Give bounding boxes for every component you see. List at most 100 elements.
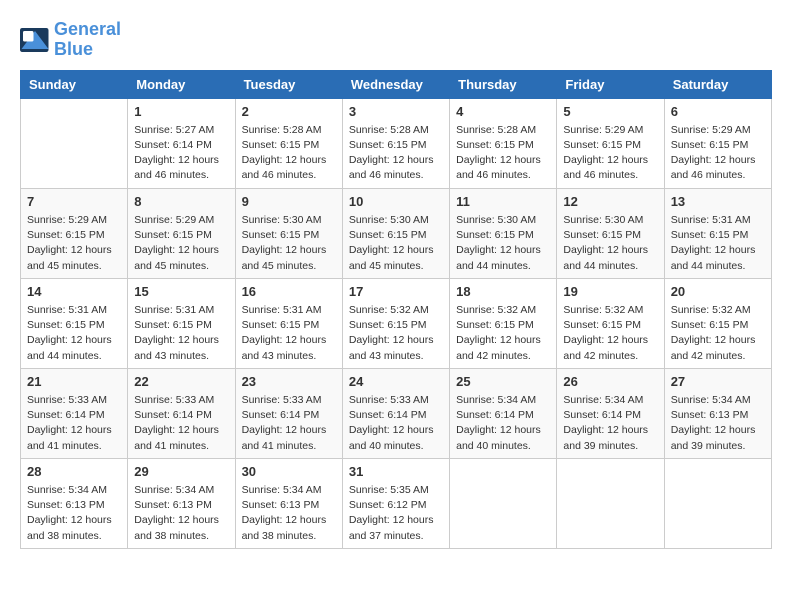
day-cell: 3 Sunrise: 5:28 AMSunset: 6:15 PMDaylight… xyxy=(342,98,449,188)
day-info: Sunrise: 5:29 AMSunset: 6:15 PMDaylight:… xyxy=(671,123,765,184)
day-cell: 27 Sunrise: 5:34 AMSunset: 6:13 PMDayligh… xyxy=(664,368,771,458)
week-row-2: 7 Sunrise: 5:29 AMSunset: 6:15 PMDaylight… xyxy=(21,188,772,278)
day-number: 5 xyxy=(563,103,657,121)
day-number: 9 xyxy=(242,193,336,211)
day-info: Sunrise: 5:28 AMSunset: 6:15 PMDaylight:… xyxy=(242,123,336,184)
day-info: Sunrise: 5:28 AMSunset: 6:15 PMDaylight:… xyxy=(349,123,443,184)
day-number: 22 xyxy=(134,373,228,391)
col-header-sunday: Sunday xyxy=(21,70,128,98)
col-header-saturday: Saturday xyxy=(664,70,771,98)
week-row-1: 1 Sunrise: 5:27 AMSunset: 6:14 PMDaylight… xyxy=(21,98,772,188)
day-number: 25 xyxy=(456,373,550,391)
day-cell: 22 Sunrise: 5:33 AMSunset: 6:14 PMDayligh… xyxy=(128,368,235,458)
day-number: 12 xyxy=(563,193,657,211)
col-header-thursday: Thursday xyxy=(450,70,557,98)
day-info: Sunrise: 5:29 AMSunset: 6:15 PMDaylight:… xyxy=(27,213,121,274)
day-number: 21 xyxy=(27,373,121,391)
day-cell: 26 Sunrise: 5:34 AMSunset: 6:14 PMDayligh… xyxy=(557,368,664,458)
day-info: Sunrise: 5:32 AMSunset: 6:15 PMDaylight:… xyxy=(349,303,443,364)
day-info: Sunrise: 5:35 AMSunset: 6:12 PMDaylight:… xyxy=(349,483,443,544)
day-cell: 21 Sunrise: 5:33 AMSunset: 6:14 PMDayligh… xyxy=(21,368,128,458)
day-info: Sunrise: 5:30 AMSunset: 6:15 PMDaylight:… xyxy=(456,213,550,274)
day-cell: 1 Sunrise: 5:27 AMSunset: 6:14 PMDaylight… xyxy=(128,98,235,188)
day-number: 14 xyxy=(27,283,121,301)
day-cell xyxy=(450,458,557,548)
day-info: Sunrise: 5:30 AMSunset: 6:15 PMDaylight:… xyxy=(349,213,443,274)
day-info: Sunrise: 5:31 AMSunset: 6:15 PMDaylight:… xyxy=(134,303,228,364)
day-cell: 10 Sunrise: 5:30 AMSunset: 6:15 PMDayligh… xyxy=(342,188,449,278)
day-number: 18 xyxy=(456,283,550,301)
day-cell: 23Sunrise: 5:33 AMSunset: 6:14 PMDayligh… xyxy=(235,368,342,458)
day-number: 26 xyxy=(563,373,657,391)
day-number: 2 xyxy=(242,103,336,121)
day-cell: 11 Sunrise: 5:30 AMSunset: 6:15 PMDayligh… xyxy=(450,188,557,278)
day-cell: 28Sunrise: 5:34 AMSunset: 6:13 PMDayligh… xyxy=(21,458,128,548)
day-info: Sunrise: 5:34 AMSunset: 6:13 PMDaylight:… xyxy=(134,483,228,544)
col-header-tuesday: Tuesday xyxy=(235,70,342,98)
day-number: 6 xyxy=(671,103,765,121)
day-cell: 31 Sunrise: 5:35 AMSunset: 6:12 PMDayligh… xyxy=(342,458,449,548)
day-number: 11 xyxy=(456,193,550,211)
day-cell: 25 Sunrise: 5:34 AMSunset: 6:14 PMDayligh… xyxy=(450,368,557,458)
day-info: Sunrise: 5:30 AMSunset: 6:15 PMDaylight:… xyxy=(242,213,336,274)
day-cell xyxy=(557,458,664,548)
day-cell: 13Sunrise: 5:31 AMSunset: 6:15 PMDayligh… xyxy=(664,188,771,278)
logo-icon xyxy=(20,28,50,52)
day-number: 28 xyxy=(27,463,121,481)
week-row-5: 28 Sunrise: 5:34 AMSunset: 6:13 PMDayligh… xyxy=(21,458,772,548)
col-header-wednesday: Wednesday xyxy=(342,70,449,98)
day-cell: 18Sunrise: 5:32 AMSunset: 6:15 PMDayligh… xyxy=(450,278,557,368)
day-cell: 20 Sunrise: 5:32 AMSunset: 6:15 PMDayligh… xyxy=(664,278,771,368)
day-cell: 16 Sunrise: 5:31 AMSunset: 6:15 PMDayligh… xyxy=(235,278,342,368)
day-number: 19 xyxy=(563,283,657,301)
day-info: Sunrise: 5:33 AMSunset: 6:14 PMDaylight:… xyxy=(349,393,443,454)
day-cell xyxy=(21,98,128,188)
day-cell: 2 Sunrise: 5:28 AMSunset: 6:15 PMDaylight… xyxy=(235,98,342,188)
day-info: Sunrise: 5:33 AMSunset: 6:14 PMDaylight:… xyxy=(27,393,121,454)
day-info: Sunrise: 5:32 AMSunset: 6:15 PMDaylight:… xyxy=(671,303,765,364)
day-number: 17 xyxy=(349,283,443,301)
day-info: Sunrise: 5:33 AMSunset: 6:14 PMDaylight:… xyxy=(134,393,228,454)
day-number: 1 xyxy=(134,103,228,121)
day-info: Sunrise: 5:27 AMSunset: 6:14 PMDaylight:… xyxy=(134,123,228,184)
day-info: Sunrise: 5:28 AMSunset: 6:15 PMDaylight:… xyxy=(456,123,550,184)
day-cell: 15 Sunrise: 5:31 AMSunset: 6:15 PMDayligh… xyxy=(128,278,235,368)
day-info: Sunrise: 5:34 AMSunset: 6:13 PMDaylight:… xyxy=(671,393,765,454)
day-number: 15 xyxy=(134,283,228,301)
day-cell: 8Sunrise: 5:29 AMSunset: 6:15 PMDaylight… xyxy=(128,188,235,278)
logo: General Blue xyxy=(20,20,121,60)
day-number: 16 xyxy=(242,283,336,301)
day-number: 20 xyxy=(671,283,765,301)
week-row-4: 21 Sunrise: 5:33 AMSunset: 6:14 PMDayligh… xyxy=(21,368,772,458)
day-cell xyxy=(664,458,771,548)
page-header: General Blue xyxy=(20,20,772,60)
header-row: SundayMondayTuesdayWednesdayThursdayFrid… xyxy=(21,70,772,98)
day-cell: 29Sunrise: 5:34 AMSunset: 6:13 PMDayligh… xyxy=(128,458,235,548)
day-number: 30 xyxy=(242,463,336,481)
day-cell: 17 Sunrise: 5:32 AMSunset: 6:15 PMDayligh… xyxy=(342,278,449,368)
day-info: Sunrise: 5:30 AMSunset: 6:15 PMDaylight:… xyxy=(563,213,657,274)
day-cell: 6 Sunrise: 5:29 AMSunset: 6:15 PMDaylight… xyxy=(664,98,771,188)
day-cell: 4Sunrise: 5:28 AMSunset: 6:15 PMDaylight… xyxy=(450,98,557,188)
day-number: 23 xyxy=(242,373,336,391)
day-number: 24 xyxy=(349,373,443,391)
day-info: Sunrise: 5:34 AMSunset: 6:13 PMDaylight:… xyxy=(242,483,336,544)
week-row-3: 14 Sunrise: 5:31 AMSunset: 6:15 PMDayligh… xyxy=(21,278,772,368)
day-cell: 12 Sunrise: 5:30 AMSunset: 6:15 PMDayligh… xyxy=(557,188,664,278)
logo-text: General Blue xyxy=(54,20,121,60)
day-cell: 9 Sunrise: 5:30 AMSunset: 6:15 PMDaylight… xyxy=(235,188,342,278)
day-cell: 30 Sunrise: 5:34 AMSunset: 6:13 PMDayligh… xyxy=(235,458,342,548)
day-info: Sunrise: 5:29 AMSunset: 6:15 PMDaylight:… xyxy=(134,213,228,274)
day-number: 3 xyxy=(349,103,443,121)
day-cell: 24 Sunrise: 5:33 AMSunset: 6:14 PMDayligh… xyxy=(342,368,449,458)
day-cell: 5Sunrise: 5:29 AMSunset: 6:15 PMDaylight… xyxy=(557,98,664,188)
day-number: 27 xyxy=(671,373,765,391)
day-number: 10 xyxy=(349,193,443,211)
day-info: Sunrise: 5:34 AMSunset: 6:14 PMDaylight:… xyxy=(563,393,657,454)
day-cell: 19Sunrise: 5:32 AMSunset: 6:15 PMDayligh… xyxy=(557,278,664,368)
day-number: 13 xyxy=(671,193,765,211)
day-number: 7 xyxy=(27,193,121,211)
day-info: Sunrise: 5:31 AMSunset: 6:15 PMDaylight:… xyxy=(242,303,336,364)
day-info: Sunrise: 5:34 AMSunset: 6:14 PMDaylight:… xyxy=(456,393,550,454)
day-number: 31 xyxy=(349,463,443,481)
